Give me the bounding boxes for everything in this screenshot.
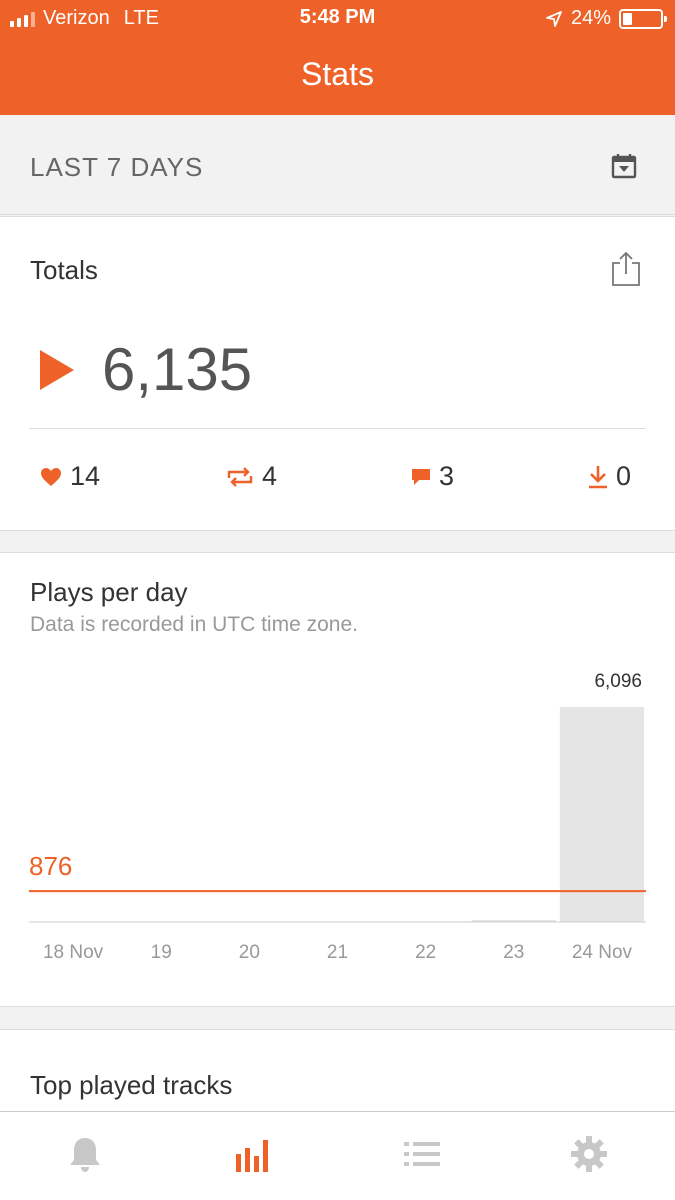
total-plays-count: 6,135: [102, 336, 253, 403]
gear-icon[interactable]: [569, 1134, 609, 1174]
date-range-label: LAST 7 DAYS: [30, 152, 204, 182]
total-plays: 6,135: [40, 335, 252, 404]
downloads-stat: 0: [588, 461, 631, 492]
status-bar: Verizon LTE 5:48 PM 24%: [0, 0, 675, 38]
date-range-selector[interactable]: LAST 7 DAYS: [0, 115, 675, 215]
page-title: Stats: [301, 56, 374, 92]
download-icon: [589, 465, 607, 488]
bell-icon[interactable]: [65, 1134, 105, 1174]
x-tick-label: 20: [239, 942, 260, 963]
x-tick-label: 23: [503, 942, 524, 963]
app-header: Verizon LTE 5:48 PM 24% Stats: [0, 0, 675, 115]
play-icon: [40, 349, 74, 390]
heart-icon: [41, 467, 61, 486]
totals-title: Totals: [30, 255, 98, 285]
divider: [29, 428, 646, 429]
x-tick-label: 24 Nov: [572, 942, 633, 963]
comments-count: 3: [439, 461, 455, 491]
top-tracks-title: Top played tracks: [30, 1070, 233, 1100]
bar-chart-icon[interactable]: [234, 1134, 274, 1174]
totals-card: Totals 6,135 14 4 3 0: [0, 216, 675, 531]
x-tick-label: 21: [327, 942, 348, 963]
comment-icon: [412, 468, 430, 485]
reposts-count: 4: [262, 461, 278, 491]
battery-icon: [619, 8, 667, 29]
chart-bar: [559, 707, 644, 922]
status-right: 24%: [545, 7, 667, 30]
calendar-icon[interactable]: [611, 153, 637, 179]
x-tick-label: 19: [151, 942, 172, 963]
bar-data-label: 6,096: [594, 671, 642, 692]
plays-per-day-card: Plays per day Data is recorded in UTC ti…: [0, 552, 675, 1007]
battery-level: [623, 12, 632, 25]
tab-bar: [0, 1111, 675, 1200]
x-tick-label: 22: [415, 942, 436, 963]
repost-icon: [227, 466, 253, 487]
battery-percent: 24%: [570, 7, 611, 29]
x-tick-label: 18 Nov: [43, 942, 104, 963]
likes-count: 14: [70, 461, 101, 491]
likes-stat: 14: [40, 461, 100, 492]
list-icon[interactable]: [402, 1134, 442, 1174]
location-arrow-icon: [546, 10, 562, 27]
share-icon[interactable]: [611, 251, 641, 287]
downloads-count: 0: [616, 461, 632, 491]
reposts-stat: 4: [226, 461, 277, 492]
comments-stat: 3: [411, 461, 454, 492]
average-label: 876: [29, 851, 72, 881]
plays-chart: 6,096 18 Nov 19 20 21 22 23 24 Nov 876: [29, 671, 646, 963]
